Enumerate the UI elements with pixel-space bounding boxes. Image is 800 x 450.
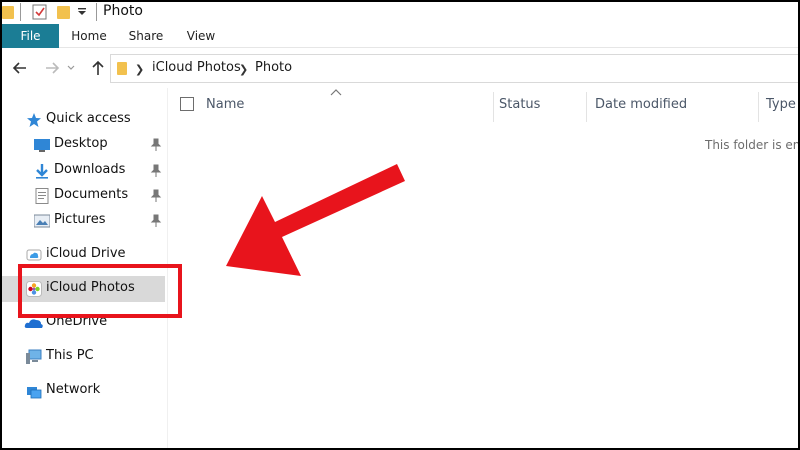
sidebar-item-label: Network bbox=[46, 382, 101, 397]
sidebar-item-network[interactable]: Network bbox=[0, 378, 165, 404]
recent-locations-chevron-icon[interactable] bbox=[66, 58, 76, 78]
chevron-right-icon[interactable]: ❯ bbox=[239, 63, 248, 76]
sidebar-item-onedrive[interactable]: OneDrive bbox=[0, 310, 165, 336]
breadcrumb-icloud-photos[interactable]: iCloud Photos bbox=[152, 60, 241, 75]
sidebar-item-label: Documents bbox=[54, 187, 129, 202]
pin-icon[interactable] bbox=[150, 214, 162, 228]
sidebar-item-label: This PC bbox=[46, 348, 94, 363]
tab-home[interactable]: Home bbox=[60, 24, 118, 48]
navigation-bar: ❯ iCloud Photos ❯ Photo bbox=[0, 48, 800, 88]
address-bar[interactable]: ❯ iCloud Photos ❯ Photo bbox=[110, 54, 800, 83]
icloud-photos-icon bbox=[26, 281, 42, 297]
sort-ascending-icon bbox=[330, 89, 342, 96]
properties-check-icon[interactable] bbox=[32, 4, 48, 20]
star-icon bbox=[27, 113, 41, 127]
tab-file[interactable]: File bbox=[2, 24, 59, 48]
sidebar-item-label: Pictures bbox=[54, 212, 106, 227]
pictures-icon bbox=[34, 214, 50, 228]
file-list: Name Status Date modified Type This fold… bbox=[168, 88, 800, 450]
computer-icon bbox=[26, 349, 42, 364]
folder-icon[interactable] bbox=[2, 4, 14, 20]
tab-view[interactable]: View bbox=[176, 24, 226, 48]
documents-icon bbox=[35, 188, 49, 204]
desktop-icon bbox=[34, 139, 50, 152]
pin-icon[interactable] bbox=[150, 189, 162, 203]
column-header-type[interactable]: Type bbox=[766, 88, 796, 122]
sidebar-item-label: iCloud Drive bbox=[46, 246, 126, 261]
customize-dropdown-icon[interactable] bbox=[78, 8, 86, 16]
forward-arrow-icon[interactable] bbox=[42, 58, 62, 78]
up-arrow-icon[interactable] bbox=[88, 58, 108, 78]
column-header-name[interactable]: Name bbox=[206, 88, 244, 122]
title-separator bbox=[96, 3, 97, 21]
select-all-checkbox[interactable] bbox=[180, 97, 194, 111]
column-header-status[interactable]: Status bbox=[499, 88, 540, 122]
pin-icon[interactable] bbox=[150, 164, 162, 178]
icloud-drive-icon bbox=[26, 249, 42, 261]
chevron-right-icon[interactable]: ❯ bbox=[135, 63, 144, 76]
sidebar-item-label: iCloud Photos bbox=[46, 280, 135, 295]
sidebar-item-pictures[interactable]: Pictures bbox=[0, 208, 165, 234]
window-title: Photo bbox=[103, 3, 143, 19]
column-divider[interactable] bbox=[586, 92, 587, 122]
pin-icon[interactable] bbox=[150, 138, 162, 152]
sidebar-item-icloud-photos[interactable]: iCloud Photos bbox=[0, 276, 165, 302]
navigation-pane: Quick access Desktop Downloads Documents bbox=[0, 88, 168, 450]
sidebar-item-label: Desktop bbox=[54, 136, 108, 151]
breadcrumb-photo[interactable]: Photo bbox=[255, 60, 292, 75]
ribbon: File Home Share View bbox=[0, 24, 800, 48]
column-divider[interactable] bbox=[493, 92, 494, 122]
sidebar-item-label: Quick access bbox=[46, 111, 131, 126]
back-arrow-icon[interactable] bbox=[10, 58, 30, 78]
sidebar-item-icloud-drive[interactable]: iCloud Drive bbox=[0, 242, 165, 268]
new-folder-icon[interactable] bbox=[57, 4, 71, 20]
column-header-date-modified[interactable]: Date modified bbox=[595, 88, 687, 122]
title-separator bbox=[20, 3, 21, 21]
sidebar-item-label: Downloads bbox=[54, 162, 126, 177]
onedrive-cloud-icon bbox=[24, 319, 43, 328]
sidebar-item-quick-access[interactable]: Quick access bbox=[0, 107, 165, 133]
sidebar-item-label: OneDrive bbox=[46, 314, 108, 329]
sidebar-item-downloads[interactable]: Downloads bbox=[0, 158, 165, 184]
sidebar-item-documents[interactable]: Documents bbox=[0, 183, 165, 209]
title-bar: Photo bbox=[0, 0, 800, 24]
tab-share[interactable]: Share bbox=[120, 24, 172, 48]
empty-folder-message: This folder is em bbox=[705, 138, 800, 152]
sidebar-item-desktop[interactable]: Desktop bbox=[0, 132, 165, 158]
column-divider[interactable] bbox=[758, 92, 759, 122]
sidebar-item-this-pc[interactable]: This PC bbox=[0, 344, 165, 370]
folder-icon bbox=[117, 62, 127, 75]
network-icon bbox=[27, 387, 42, 399]
downloads-icon bbox=[36, 164, 48, 179]
